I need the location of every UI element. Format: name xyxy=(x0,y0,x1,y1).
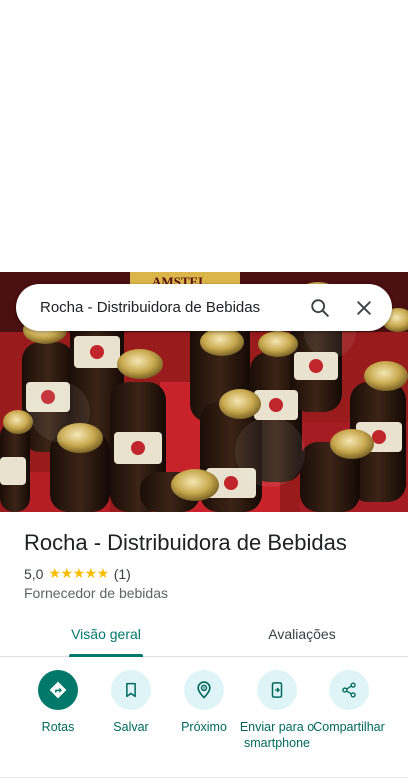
rating-row[interactable]: 5,0 ★★★★★ (1) xyxy=(24,565,131,582)
save-button[interactable]: Salvar xyxy=(93,670,169,735)
tab-overview[interactable]: Visão geral xyxy=(56,612,156,656)
search-input[interactable]: Rocha - Distribuidora de Bebidas xyxy=(40,299,298,316)
place-title: Rocha - Distribuidora de Bebidas xyxy=(24,530,347,555)
map-blank-area xyxy=(0,0,408,272)
nearby-button[interactable]: Próximo xyxy=(166,670,242,735)
send-to-phone-button[interactable]: Enviar para o smartphone xyxy=(239,670,315,751)
directions-label: Rotas xyxy=(41,720,75,734)
place-category: Fornecedor de bebidas xyxy=(24,585,168,601)
save-label: Salvar xyxy=(113,720,149,734)
search-bar[interactable]: Rocha - Distribuidora de Bebidas xyxy=(16,284,392,331)
rating-value: 5,0 xyxy=(24,565,44,582)
action-buttons-row: Rotas Salvar Próximo Enviar para o smart… xyxy=(0,670,408,780)
place-tabs: Visão geral Avaliações xyxy=(0,612,408,657)
tab-selected-indicator xyxy=(69,654,143,657)
nearby-label: Próximo xyxy=(181,720,227,734)
share-button[interactable]: Compartilhar xyxy=(311,670,387,735)
nearby-icon xyxy=(197,681,211,699)
share-icon xyxy=(342,682,356,698)
share-icon-container xyxy=(329,670,369,710)
send-to-phone-icon-container xyxy=(257,670,297,710)
tab-reviews[interactable]: Avaliações xyxy=(250,612,354,656)
share-label: Compartilhar xyxy=(313,720,385,734)
send-to-phone-label: Enviar para o smartphone xyxy=(239,720,315,750)
close-icon xyxy=(357,300,371,315)
bookmark-icon xyxy=(126,682,136,698)
divider xyxy=(0,777,408,778)
rating-stars-icon: ★★★★★ xyxy=(48,565,109,581)
nearby-icon-container xyxy=(184,670,224,710)
directions-icon-container xyxy=(38,670,78,710)
search-icon xyxy=(311,298,329,317)
close-button[interactable] xyxy=(342,286,386,330)
directions-icon xyxy=(49,681,67,699)
send-to-phone-icon xyxy=(271,682,283,698)
search-button[interactable] xyxy=(298,286,342,330)
directions-button[interactable]: Rotas xyxy=(20,670,96,735)
review-count[interactable]: (1) xyxy=(114,566,131,582)
save-icon-container xyxy=(111,670,151,710)
